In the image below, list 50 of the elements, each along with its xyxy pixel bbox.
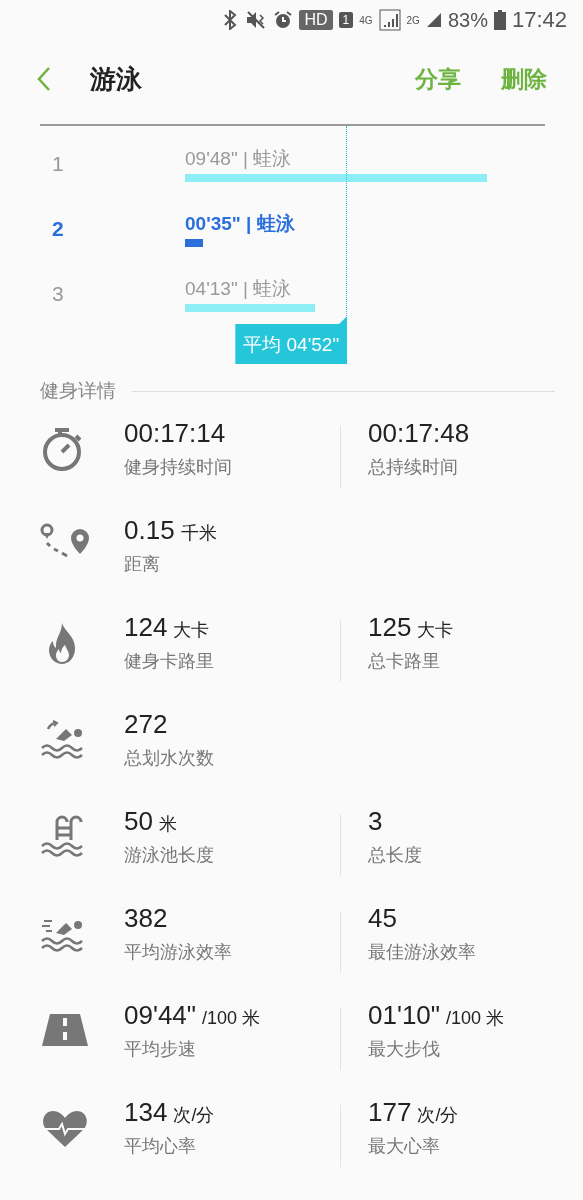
stat-label: 平均步速 <box>124 1038 197 1061</box>
stat-value: 272 <box>124 709 169 740</box>
network-label: 4G <box>359 14 373 26</box>
stat-label: 总长度 <box>368 844 423 867</box>
stat-value: 00:17:48 <box>368 418 471 449</box>
battery-percent: 83% <box>447 8 488 32</box>
status-badge: 1 <box>338 12 354 28</box>
stat-value: 45 <box>368 903 398 934</box>
stat-value: 50 米 <box>124 806 178 837</box>
stat-label: 最佳游泳效率 <box>368 941 477 964</box>
stat-value: 3 <box>368 806 384 837</box>
stat-value: 01'10" /100 米 <box>368 1000 506 1031</box>
lap-time: 09'48" | 蛙泳 <box>185 147 293 171</box>
action-button[interactable]: 删除 <box>501 63 547 95</box>
stat-value: 0.15 千米 <box>124 515 218 546</box>
battery-icon <box>493 10 506 30</box>
lap-number: 2 <box>51 216 65 241</box>
status-badge: HD <box>299 10 333 30</box>
lap-bar <box>185 239 203 247</box>
stat-value: 124 大卡 <box>124 612 211 643</box>
stat-value: 00:17:14 <box>124 418 227 449</box>
stat-label: 游泳池长度 <box>124 844 215 867</box>
average-tooltip: 平均 04'52" <box>235 316 348 364</box>
lap-time: 00'35" | 蛙泳 <box>185 212 296 236</box>
stat-value: 177 次/分 <box>368 1097 460 1128</box>
stat-label: 平均心率 <box>124 1135 197 1158</box>
lap-number: 1 <box>51 151 65 176</box>
stat-value: 382 <box>124 903 169 934</box>
page-title: 游泳 <box>90 62 143 96</box>
stat-label: 最大步伐 <box>368 1038 441 1061</box>
stat-label: 总卡路里 <box>368 650 441 673</box>
stat-label: 健身卡路里 <box>124 650 215 673</box>
lap-time: 04'13" | 蛙泳 <box>185 277 293 301</box>
lap-number: 3 <box>51 281 65 306</box>
stat-label: 总划水次数 <box>124 747 215 770</box>
signal-icon <box>425 12 442 28</box>
stat-value: 134 次/分 <box>124 1097 216 1128</box>
stat-label: 总持续时间 <box>368 456 459 479</box>
clock: 17:42 <box>511 7 567 33</box>
stat-label: 距离 <box>124 553 161 576</box>
stat-label: 最大心率 <box>368 1135 441 1158</box>
stat-label: 健身持续时间 <box>124 456 233 479</box>
section-title: 健身详情 <box>40 379 116 403</box>
stat-value: 09'44" /100 米 <box>124 1000 262 1031</box>
alarm-icon <box>273 10 294 30</box>
stat-label: 平均游泳效率 <box>124 941 233 964</box>
signal-icon <box>378 9 401 31</box>
network-label: 2G <box>406 14 420 26</box>
stat-value: 125 大卡 <box>368 612 455 643</box>
action-button[interactable]: 分享 <box>415 63 461 95</box>
